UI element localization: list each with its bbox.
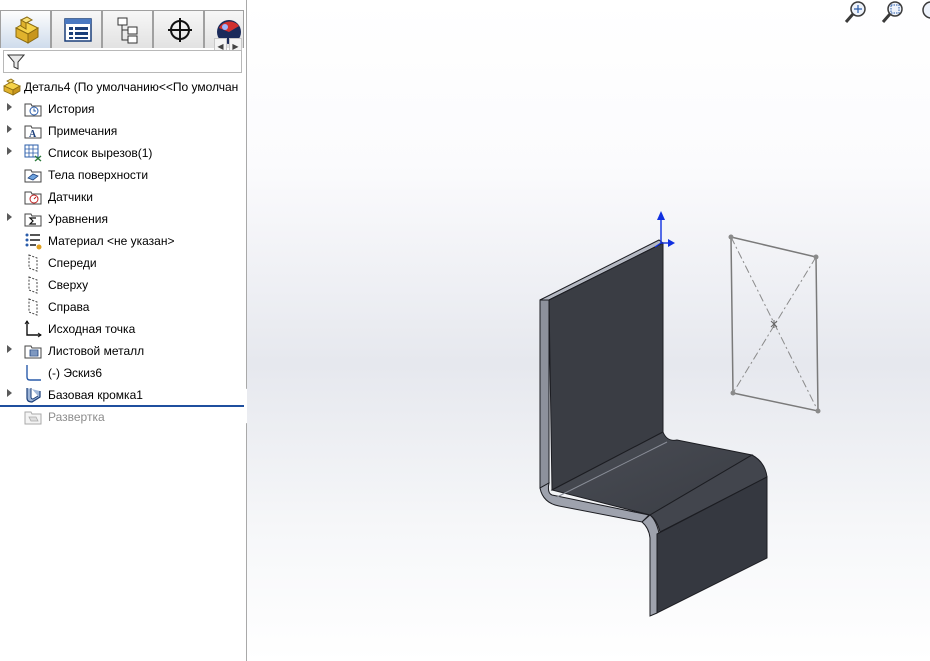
property-manager-icon [64, 18, 92, 42]
crosshair-icon [168, 18, 192, 42]
surface-bodies-icon [24, 169, 42, 183]
tree-item-top-plane[interactable]: Сверху [0, 274, 246, 296]
tree-item-annotations[interactable]: A Примечания [0, 120, 246, 142]
part-icon [14, 16, 40, 44]
tree-root-part[interactable]: Деталь4 (По умолчанию<<По умолчан [0, 76, 246, 98]
tree-item-sketch6[interactable]: (-) Эскиз6 [0, 362, 246, 384]
plane-icon [28, 276, 38, 294]
flat-pattern-icon [24, 411, 42, 425]
tree-item-label: Листовой металл [48, 344, 145, 358]
expand-arrow-icon[interactable] [7, 147, 12, 155]
tree-item-label: Примечания [48, 124, 118, 138]
tree-item-origin[interactable]: Исходная точка [0, 318, 246, 340]
tree-item-sheet-metal[interactable]: Листовой металл [0, 340, 246, 362]
tree-item-label: Базовая кромка1 [48, 388, 143, 402]
graphics-viewport[interactable] [247, 0, 930, 661]
tree-item-label: (-) Эскиз6 [48, 366, 103, 380]
expand-arrow-icon[interactable] [7, 213, 12, 221]
annotations-icon: A [24, 125, 42, 140]
rollback-bar[interactable] [0, 405, 244, 407]
tree-item-label: Исходная точка [48, 322, 136, 336]
tree-item-label: Спереди [48, 256, 97, 270]
base-flange-icon [26, 388, 41, 403]
tree-item-base-flange[interactable]: Базовая кромка1 [0, 384, 246, 406]
sketch-rectangle[interactable] [728, 234, 821, 414]
svg-text:A: A [29, 129, 37, 140]
manager-tab-strip: ◀ ▶ [0, 10, 244, 54]
expand-arrow-icon[interactable] [7, 389, 12, 397]
tree-item-material[interactable]: Материал <не указан> [0, 230, 246, 252]
expand-arrow-icon[interactable] [7, 125, 12, 133]
tree-item-label: Список вырезов(1) [48, 146, 153, 160]
sensors-icon [24, 191, 42, 205]
sheet-metal-part[interactable] [539, 239, 768, 617]
tree-item-cut-list[interactable]: Список вырезов(1) [0, 142, 246, 164]
model-view [539, 211, 821, 617]
tree-item-sensors[interactable]: Датчики [0, 186, 246, 208]
expand-arrow-icon[interactable] [7, 103, 12, 111]
tree-item-flat-pattern[interactable]: Развертка [0, 406, 246, 428]
tree-item-label: История [48, 102, 95, 116]
sheet-metal-icon [24, 345, 42, 359]
tab-featuremanager[interactable] [0, 10, 51, 48]
origin-icon [24, 320, 42, 338]
tree-item-label: Тела поверхности [48, 168, 149, 182]
tree-item-equations[interactable]: Уравнения [0, 208, 246, 230]
tree-item-label: Развертка [48, 410, 105, 424]
tree-filter-bar[interactable] [3, 50, 242, 73]
tree-root-label: Деталь4 (По умолчанию<<По умолчан [24, 80, 239, 94]
plane-icon [28, 298, 38, 316]
tree-item-label: Уравнения [48, 212, 108, 226]
plane-icon [28, 254, 38, 272]
tree-item-history[interactable]: История [0, 98, 246, 120]
tab-configurationmanager[interactable] [102, 10, 153, 48]
expand-arrow-icon[interactable] [7, 345, 12, 353]
tree-item-label: Сверху [48, 278, 89, 292]
part-icon [3, 78, 21, 96]
feature-manager-pane: ◀ ▶ Деталь4 (По умолчанию<<По умолчан Ис… [0, 0, 247, 661]
material-icon [25, 233, 42, 250]
tree-item-label: Справа [48, 300, 90, 314]
tree-item-right-plane[interactable]: Справа [0, 296, 246, 318]
tree-item-front-plane[interactable]: Спереди [0, 252, 246, 274]
filter-icon[interactable] [7, 53, 25, 71]
configuration-manager-icon [117, 17, 138, 44]
tree-item-label: Материал <не указан> [48, 234, 175, 248]
tree-item-surface-bodies[interactable]: Тела поверхности [0, 164, 246, 186]
tab-dimxpertmanager[interactable] [153, 10, 204, 48]
sketch-icon [26, 365, 41, 381]
history-folder-icon [24, 103, 42, 117]
cut-list-icon [24, 144, 42, 162]
tab-propertymanager[interactable] [51, 10, 102, 48]
tree-item-label: Датчики [48, 190, 93, 204]
equations-icon [24, 213, 42, 227]
